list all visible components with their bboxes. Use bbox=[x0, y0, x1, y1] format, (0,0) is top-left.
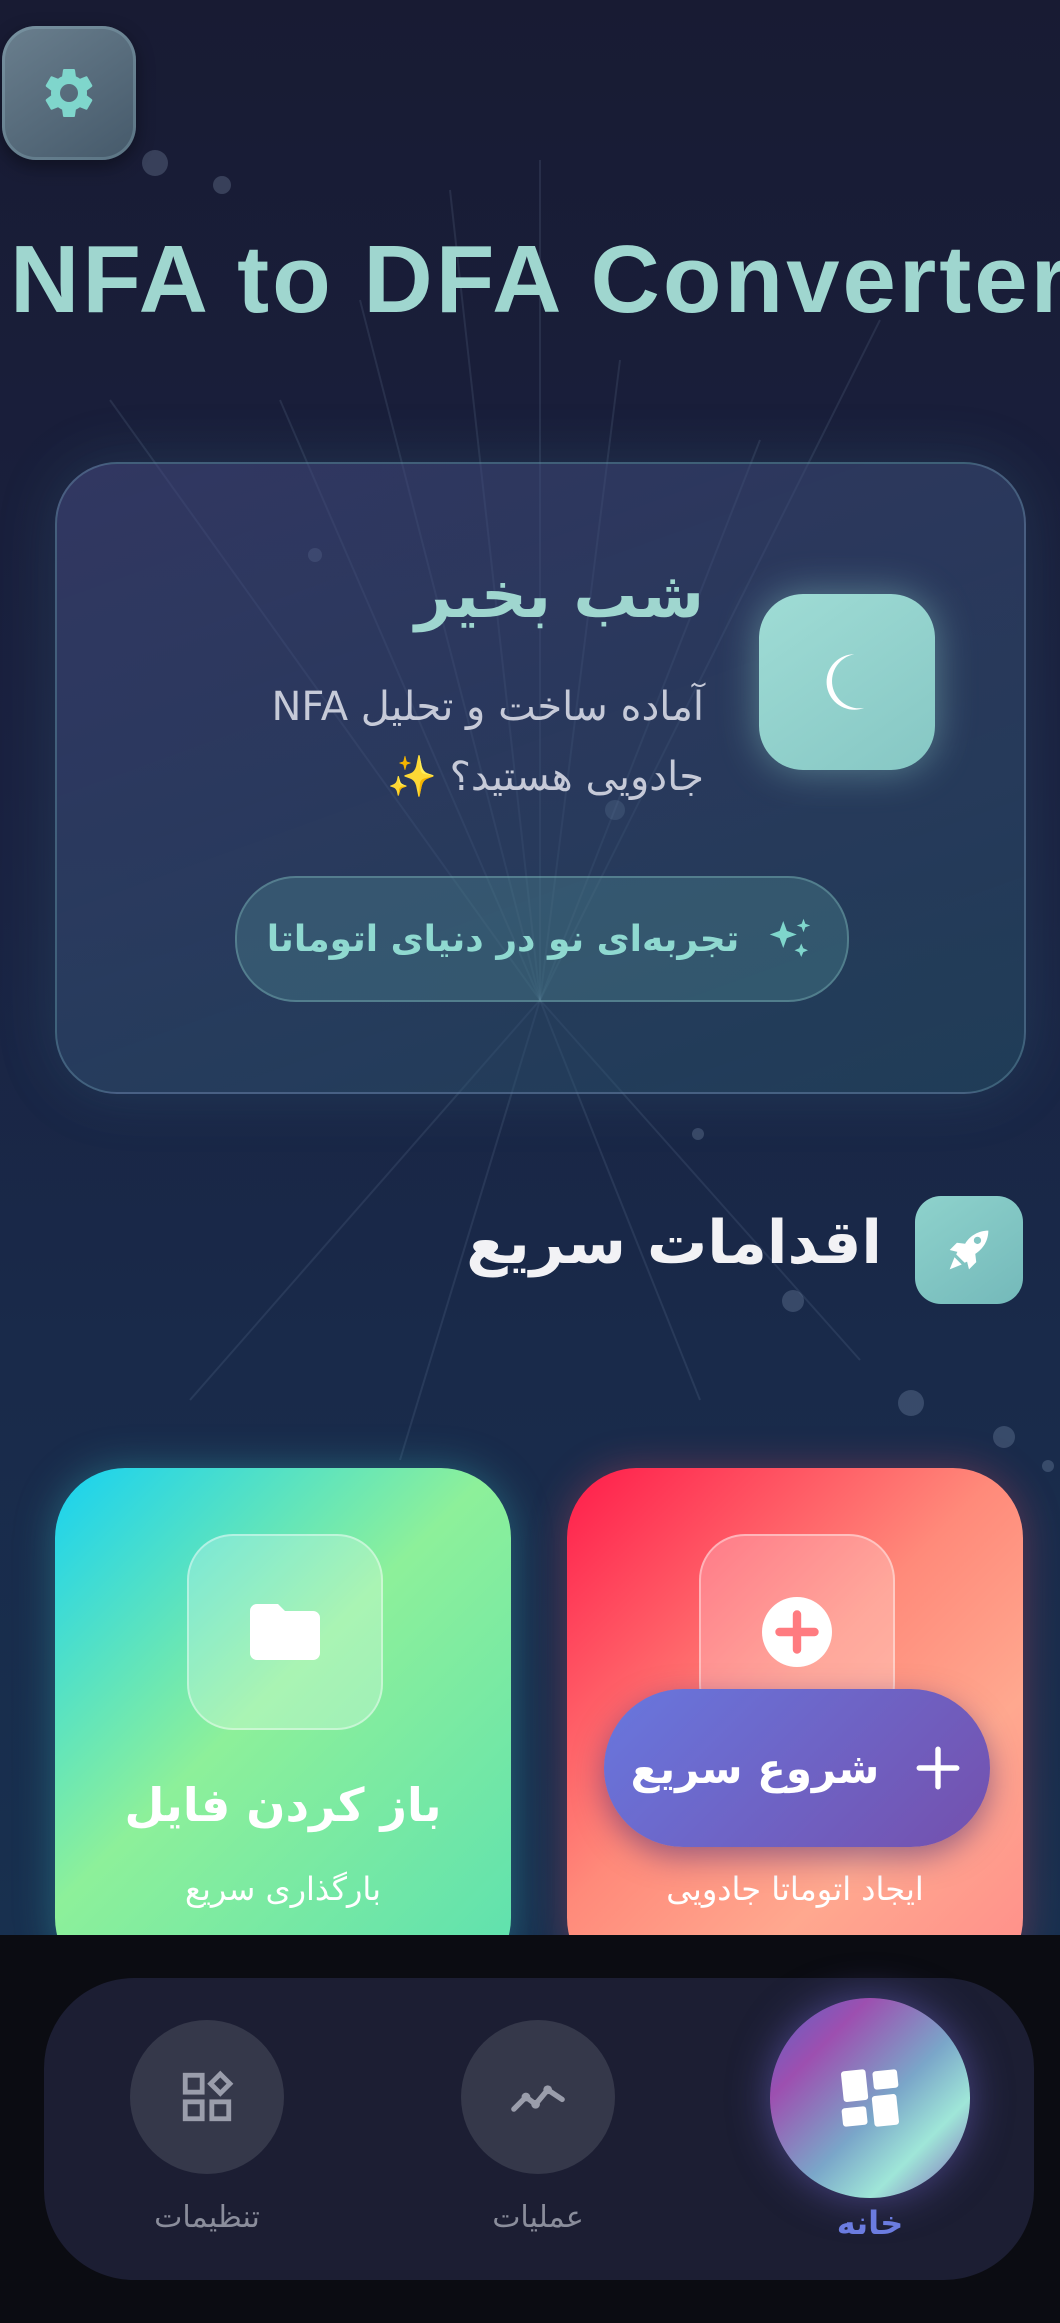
decor-dot bbox=[692, 1128, 704, 1140]
nav-item-settings[interactable]: تنظیمات bbox=[84, 1978, 284, 2280]
app-title: NFA to DFA Converter bbox=[10, 226, 1060, 333]
decor-dot bbox=[1042, 1460, 1054, 1472]
decor-dot bbox=[898, 1390, 924, 1416]
create-automaton-subtitle: ایجاد اتوماتا جادویی bbox=[666, 1870, 924, 1908]
nav-settings-circle bbox=[130, 2020, 284, 2174]
moon-badge bbox=[759, 594, 935, 770]
plus-circle-icon bbox=[762, 1597, 832, 1667]
open-file-subtitle: بارگذاری سریع bbox=[184, 1870, 382, 1908]
main-screen: NFA to DFA Converter شب بخیر آماده ساخت … bbox=[0, 0, 1060, 1935]
nav-home-label: خانه bbox=[836, 2204, 904, 2242]
experience-pill[interactable]: تجربه‌ای نو در دنیای اتوماتا bbox=[235, 876, 849, 1002]
nav-item-operations[interactable]: عملیات bbox=[415, 1978, 615, 2280]
rocket-icon bbox=[949, 1230, 989, 1270]
nav-home-circle bbox=[770, 1998, 970, 2198]
widgets-icon bbox=[182, 2070, 234, 2122]
nav-operations-circle bbox=[461, 2020, 615, 2174]
decor-dot bbox=[142, 150, 168, 176]
decor-dot bbox=[782, 1290, 804, 1312]
nav-operations-label: عملیات bbox=[492, 2200, 584, 2235]
sparkle-icon bbox=[769, 918, 811, 957]
decor-dot bbox=[213, 176, 231, 194]
quick-start-button[interactable]: شروع سریع bbox=[604, 1689, 990, 1847]
folder-icon bbox=[250, 1604, 320, 1660]
bottom-navigation: تنظیمات عملیات خانه bbox=[44, 1978, 1034, 2280]
open-file-card[interactable]: باز کردن فایل بارگذاری سریع bbox=[55, 1468, 511, 1935]
settings-button[interactable] bbox=[2, 26, 136, 160]
welcome-subtitle: آماده ساخت و تحلیل NFA جادویی هستید؟ ✨ bbox=[271, 684, 704, 800]
moon-icon bbox=[826, 654, 865, 710]
greeting-text: شب بخیر bbox=[414, 559, 704, 633]
plus-icon bbox=[916, 1746, 960, 1790]
nav-item-home[interactable]: خانه bbox=[750, 1978, 970, 2280]
pill-label: تجربه‌ای نو در دنیای اتوماتا bbox=[266, 918, 740, 960]
decor-dot bbox=[993, 1426, 1015, 1448]
dashboard-icon bbox=[841, 2069, 899, 2127]
nav-settings-label: تنظیمات bbox=[154, 2200, 260, 2235]
gear-icon bbox=[45, 68, 93, 117]
welcome-card: شب بخیر آماده ساخت و تحلیل NFA جادویی هس… bbox=[55, 462, 1026, 1094]
chart-line-icon bbox=[511, 2085, 565, 2112]
quick-actions-title: اقدامات سریع bbox=[466, 1208, 882, 1278]
rocket-badge bbox=[915, 1196, 1023, 1304]
folder-badge bbox=[187, 1534, 383, 1730]
open-file-title: باز کردن فایل bbox=[124, 1778, 442, 1832]
quick-start-label: شروع سریع bbox=[630, 1743, 880, 1793]
